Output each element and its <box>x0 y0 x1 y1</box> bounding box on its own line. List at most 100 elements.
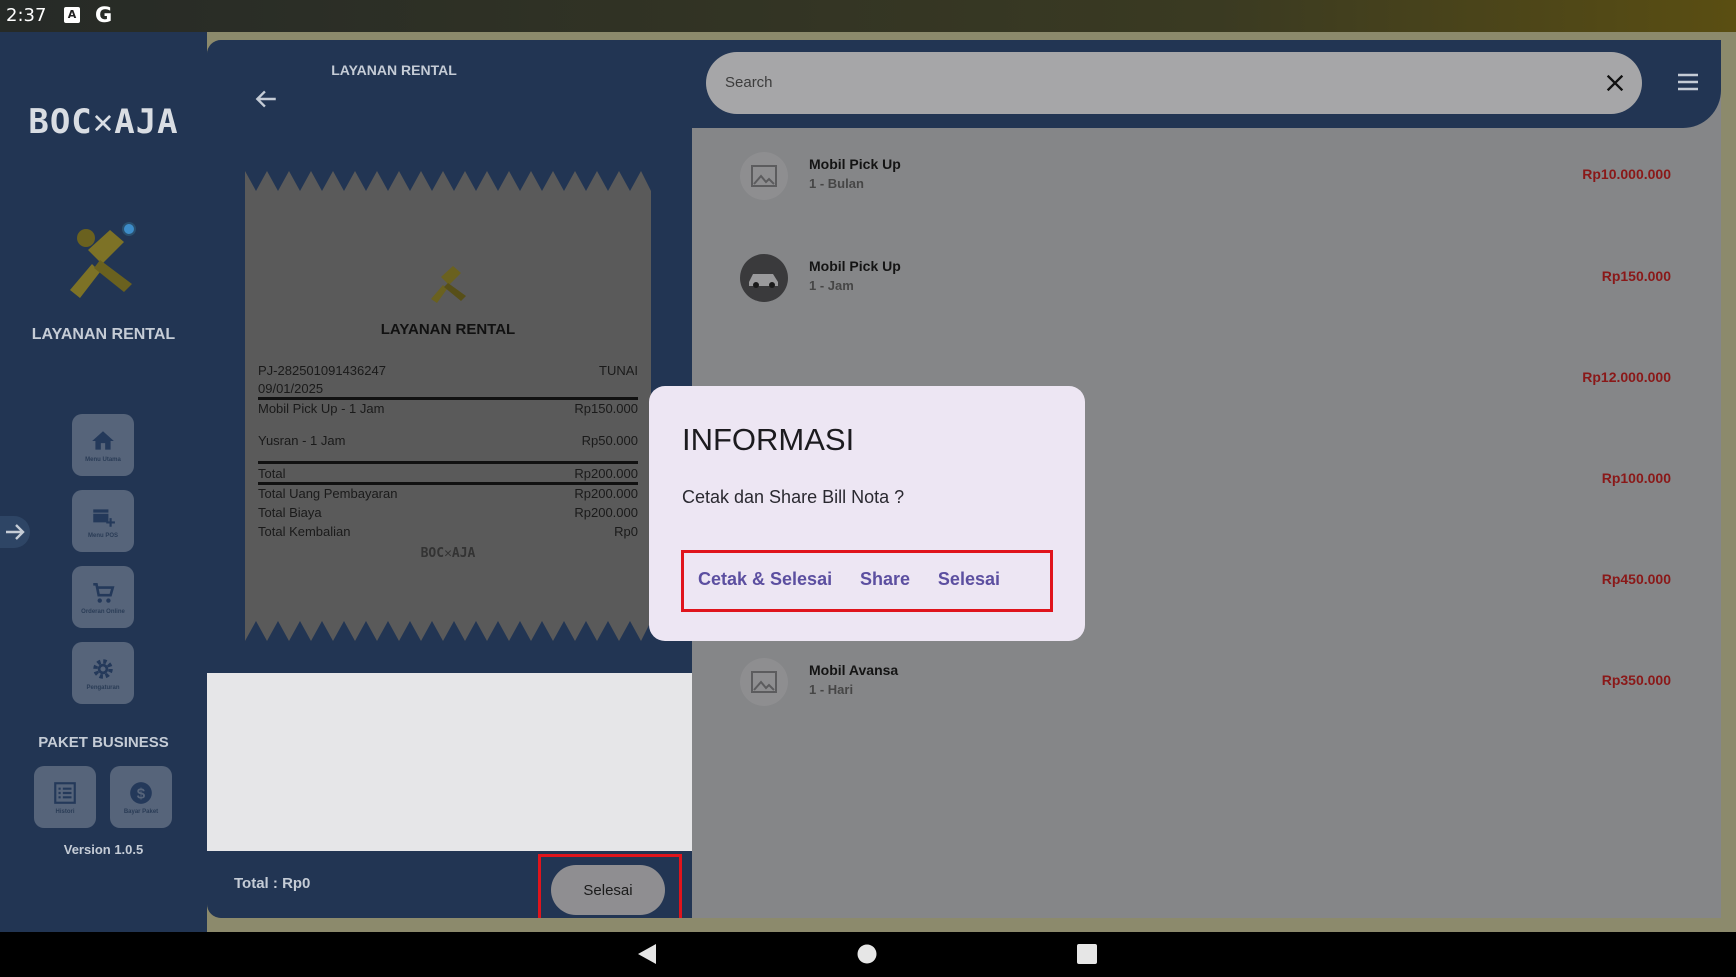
item-duration: 1 - Bulan <box>809 176 864 191</box>
back-arrow-icon[interactable] <box>253 86 279 112</box>
app-window: BOC✕AJA LAYANAN RENTAL Menu Utama Menu P… <box>0 32 1736 932</box>
item-price: Rp350.000 <box>1601 672 1671 688</box>
receipt-bottom-edge <box>245 619 651 641</box>
item-price: Rp10.000.000 <box>1582 166 1671 182</box>
receipt-top-edge <box>245 171 651 193</box>
receipt-date-row: 09/01/2025 <box>258 381 638 396</box>
receipt-panel: LAYANAN RENTAL LAYANAN RENTAL PJ-2825010… <box>207 40 692 918</box>
app-logo: BOC✕AJA <box>28 102 179 142</box>
dollar-icon: $ <box>130 781 152 804</box>
list-item[interactable]: Mobil Pick Up 1 - Jam Rp150.000 <box>692 230 1721 330</box>
home-icon <box>92 430 114 450</box>
expand-arrow-button[interactable] <box>0 516 30 548</box>
histori-caption: Histori <box>55 808 75 815</box>
gear-icon <box>93 658 113 679</box>
receipt-panel-footer: Total : Rp0 Selesai <box>207 851 692 918</box>
line-item-value: Rp50.000 <box>581 433 638 448</box>
receipt-summary-row: Total Uang Pembayaran Rp200.000 <box>258 486 638 501</box>
list-item[interactable]: Mobil Avansa 1 - Hari Rp350.000 <box>692 634 1721 734</box>
item-name: Mobil Pick Up <box>809 156 901 172</box>
brand-title: LAYANAN RENTAL <box>31 326 176 343</box>
item-name: Mobil Pick Up <box>809 258 901 274</box>
item-name: Mobil Avansa <box>809 662 899 678</box>
info-dialog: INFORMASI Cetak dan Share Bill Nota ? Ce… <box>649 386 1085 641</box>
orderan-online-caption: Orderan Online <box>81 608 125 615</box>
item-duration: 1 - Hari <box>809 682 854 697</box>
invoice-number: PJ-282501091436247 <box>258 363 386 378</box>
google-icon: G <box>95 3 113 27</box>
menu-utama-caption: Menu Utama <box>85 456 121 463</box>
menu-pos-button[interactable]: Menu POS <box>72 490 134 552</box>
receipt-title: LAYANAN RENTAL <box>380 321 516 338</box>
list-item[interactable]: Mobil Pick Up 1 - Bulan Rp10.000.000 <box>692 128 1721 228</box>
footer-total-value: Rp0 <box>282 875 311 892</box>
receipt: LAYANAN RENTAL PJ-282501091436247 TUNAI … <box>245 171 651 641</box>
summary-value: Rp0 <box>614 524 638 539</box>
receipt-total-value: Rp200.000 <box>574 466 638 481</box>
image-placeholder-icon <box>740 658 788 706</box>
menu-utama-button[interactable]: Menu Utama <box>72 414 134 476</box>
pengaturan-button[interactable]: Pengaturan <box>72 642 134 704</box>
receipt-line-item: Yusran - 1 Jam Rp50.000 <box>258 433 638 448</box>
highlight-selesai-button <box>538 854 682 918</box>
item-price: Rp100.000 <box>1601 470 1671 486</box>
histori-button[interactable]: Histori <box>34 766 96 828</box>
receipt-divider <box>258 461 638 464</box>
line-item-label: Mobil Pick Up - 1 Jam <box>258 401 385 416</box>
receipt-total-label: Total <box>258 466 286 481</box>
receipt-summary-row: Total Biaya Rp200.000 <box>258 505 638 520</box>
footer-total: Total : Rp0 <box>234 875 310 892</box>
pengaturan-caption: Pengaturan <box>86 684 120 691</box>
pos-icon <box>93 508 115 527</box>
image-placeholder-icon <box>740 152 788 200</box>
summary-value: Rp200.000 <box>574 486 638 501</box>
item-duration: 1 - Jam <box>809 278 854 293</box>
navigation-bar <box>0 932 1736 977</box>
receipt-divider <box>258 482 638 485</box>
search-input[interactable]: Search <box>725 74 773 91</box>
receipt-panel-header: LAYANAN RENTAL <box>207 40 692 147</box>
receipt-date: 09/01/2025 <box>258 381 324 396</box>
sidebar: BOC✕AJA LAYANAN RENTAL Menu Utama Menu P… <box>0 32 207 932</box>
notification-a-icon: A <box>64 7 80 23</box>
summary-label: Total Uang Pembayaran <box>258 486 398 501</box>
receipt-divider <box>258 397 638 400</box>
status-dot <box>122 222 136 236</box>
status-time: 2:37 <box>6 5 47 26</box>
app-version: Version 1.0.5 <box>63 842 144 857</box>
receipt-total-row: Total Rp200.000 <box>258 466 638 481</box>
back-nav-icon[interactable] <box>636 943 658 965</box>
line-item-value: Rp150.000 <box>574 401 638 416</box>
receipt-summary-row: Total Kembalian Rp0 <box>258 524 638 539</box>
bayar-paket-button[interactable]: $ Bayar Paket <box>110 766 172 828</box>
receipt-footer-logo: BOC✕AJA <box>420 546 476 561</box>
hamburger-menu-icon[interactable] <box>1676 72 1700 92</box>
receipt-logo-icon <box>431 266 466 303</box>
summary-label: Total Kembalian <box>258 524 351 539</box>
cart-icon <box>93 582 115 603</box>
paket-title: PAKET BUSINESS <box>38 734 169 751</box>
receipt-area: LAYANAN RENTAL PJ-282501091436247 TUNAI … <box>207 147 692 673</box>
summary-value: Rp200.000 <box>574 505 638 520</box>
home-nav-icon[interactable] <box>856 943 878 965</box>
summary-label: Total Biaya <box>258 505 322 520</box>
receipt-invoice-row: PJ-282501091436247 TUNAI <box>258 363 638 378</box>
highlight-dialog-actions <box>681 550 1053 612</box>
payment-type: TUNAI <box>599 363 638 378</box>
search-bar[interactable]: Search <box>706 52 1642 114</box>
footer-total-label: Total : <box>234 875 278 892</box>
close-icon[interactable] <box>1604 72 1626 94</box>
svg-text:$: $ <box>137 785 146 802</box>
dialog-title: INFORMASI <box>682 422 855 457</box>
recents-nav-icon[interactable] <box>1076 943 1098 965</box>
receipt-line-item: Mobil Pick Up - 1 Jam Rp150.000 <box>258 401 638 416</box>
item-price: Rp450.000 <box>1601 571 1671 587</box>
arrow-right-icon <box>6 524 25 540</box>
item-price: Rp150.000 <box>1601 268 1671 284</box>
menu-pos-caption: Menu POS <box>87 532 118 539</box>
list-icon <box>54 781 76 804</box>
orderan-online-button[interactable]: Orderan Online <box>72 566 134 628</box>
line-item-label: Yusran - 1 Jam <box>258 433 346 448</box>
dialog-message: Cetak dan Share Bill Nota ? <box>682 487 905 507</box>
receipt-panel-blank <box>207 673 692 851</box>
